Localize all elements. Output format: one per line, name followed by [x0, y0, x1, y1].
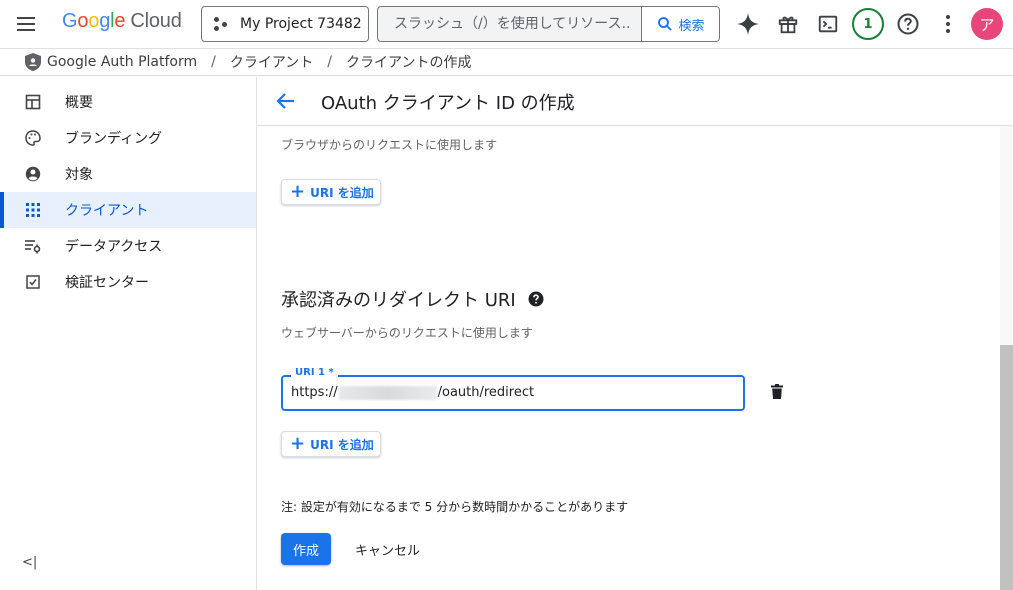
- search-input[interactable]: [378, 7, 641, 41]
- add-redirect-uri-button[interactable]: + URI を追加: [281, 431, 381, 457]
- cancel-button[interactable]: キャンセル: [345, 533, 430, 565]
- top-bar: GoogleCloud My Project 73482 検索 1 ア: [0, 0, 1013, 48]
- uri-field-label: URI 1 *: [291, 367, 338, 378]
- delete-trash-icon[interactable]: [767, 382, 787, 402]
- apps-grid-icon: [24, 201, 42, 219]
- propagation-note: 注: 設定が有効になるまで 5 分から数時間かかることがあります: [281, 500, 629, 514]
- plus-icon: +: [290, 181, 306, 202]
- palette-icon: [24, 129, 42, 147]
- project-name: My Project 73482: [240, 16, 362, 32]
- create-client-form: ブラウザからのリクエストに使用します + URI を追加 承認済みのリダイレクト…: [257, 126, 1000, 590]
- notification-count-badge[interactable]: 1: [852, 8, 884, 40]
- verified-checkbox-icon: [24, 273, 42, 291]
- redirect-helper-text: ウェブサーバーからのリクエストに使用します: [281, 326, 533, 340]
- cloud-shell-terminal-icon[interactable]: [812, 8, 844, 40]
- add-origin-uri-button[interactable]: + URI を追加: [281, 179, 381, 205]
- origins-helper-text: ブラウザからのリクエストに使用します: [281, 138, 498, 152]
- settings-list-icon: [24, 237, 42, 255]
- collapse-sidebar-icon[interactable]: <|: [22, 555, 42, 575]
- avatar[interactable]: ア: [971, 8, 1003, 40]
- back-arrow-icon[interactable]: [274, 89, 298, 113]
- sidebar-item-overview[interactable]: 概要: [0, 84, 256, 120]
- account-circle-icon: [24, 165, 42, 183]
- project-selector-button[interactable]: My Project 73482: [201, 6, 369, 42]
- breadcrumb-separator: /: [327, 54, 333, 70]
- redacted-domain: [338, 385, 437, 400]
- gift-icon[interactable]: [772, 8, 804, 40]
- search-button[interactable]: 検索: [641, 7, 719, 41]
- more-vert-icon[interactable]: [932, 8, 964, 40]
- page-header: OAuth クライアント ID の作成: [257, 77, 1013, 126]
- shield-icon: [25, 53, 41, 71]
- redirect-uri-1-input[interactable]: https:// /oauth/redirect: [291, 385, 534, 400]
- menu-icon[interactable]: [14, 12, 38, 36]
- sidebar-item-verification-center[interactable]: 検証センター: [0, 264, 256, 300]
- redirect-uris-section-title: 承認済みのリダイレクト URI: [281, 286, 544, 312]
- sidebar-item-data-access[interactable]: データアクセス: [0, 228, 256, 264]
- create-button[interactable]: 作成: [281, 533, 331, 565]
- sidebar-item-clients[interactable]: クライアント: [0, 192, 256, 228]
- breadcrumb-clients[interactable]: クライアント: [230, 52, 313, 72]
- help-icon[interactable]: [892, 8, 924, 40]
- gemini-sparkle-icon[interactable]: [732, 8, 764, 40]
- sidebar-item-audience[interactable]: 対象: [0, 156, 256, 192]
- breadcrumb-separator: /: [211, 54, 216, 70]
- help-circle-icon[interactable]: [528, 291, 544, 307]
- breadcrumb-auth-platform[interactable]: Google Auth Platform: [47, 54, 197, 70]
- project-hub-icon: [214, 17, 228, 31]
- search-bar: 検索: [377, 6, 720, 42]
- google-cloud-logo[interactable]: Google Cloud: [62, 10, 182, 33]
- page-title: OAuth クライアント ID の作成: [321, 93, 575, 114]
- breadcrumb-create-client: クライアントの作成: [346, 55, 472, 71]
- breadcrumb: Google Auth Platform / クライアント / クライアントの作…: [0, 48, 1013, 76]
- sidebar: 概要 ブランディング 対象 クライアント データアクセス 検証センター <|: [0, 77, 257, 590]
- plus-icon: +: [290, 433, 306, 454]
- dashboard-icon: [24, 93, 42, 111]
- sidebar-item-branding[interactable]: ブランディング: [0, 120, 256, 156]
- search-icon: [658, 17, 673, 31]
- scrollbar-thumb[interactable]: [1000, 345, 1013, 590]
- redirect-uri-1-field[interactable]: URI 1 * https:// /oauth/redirect: [281, 367, 745, 411]
